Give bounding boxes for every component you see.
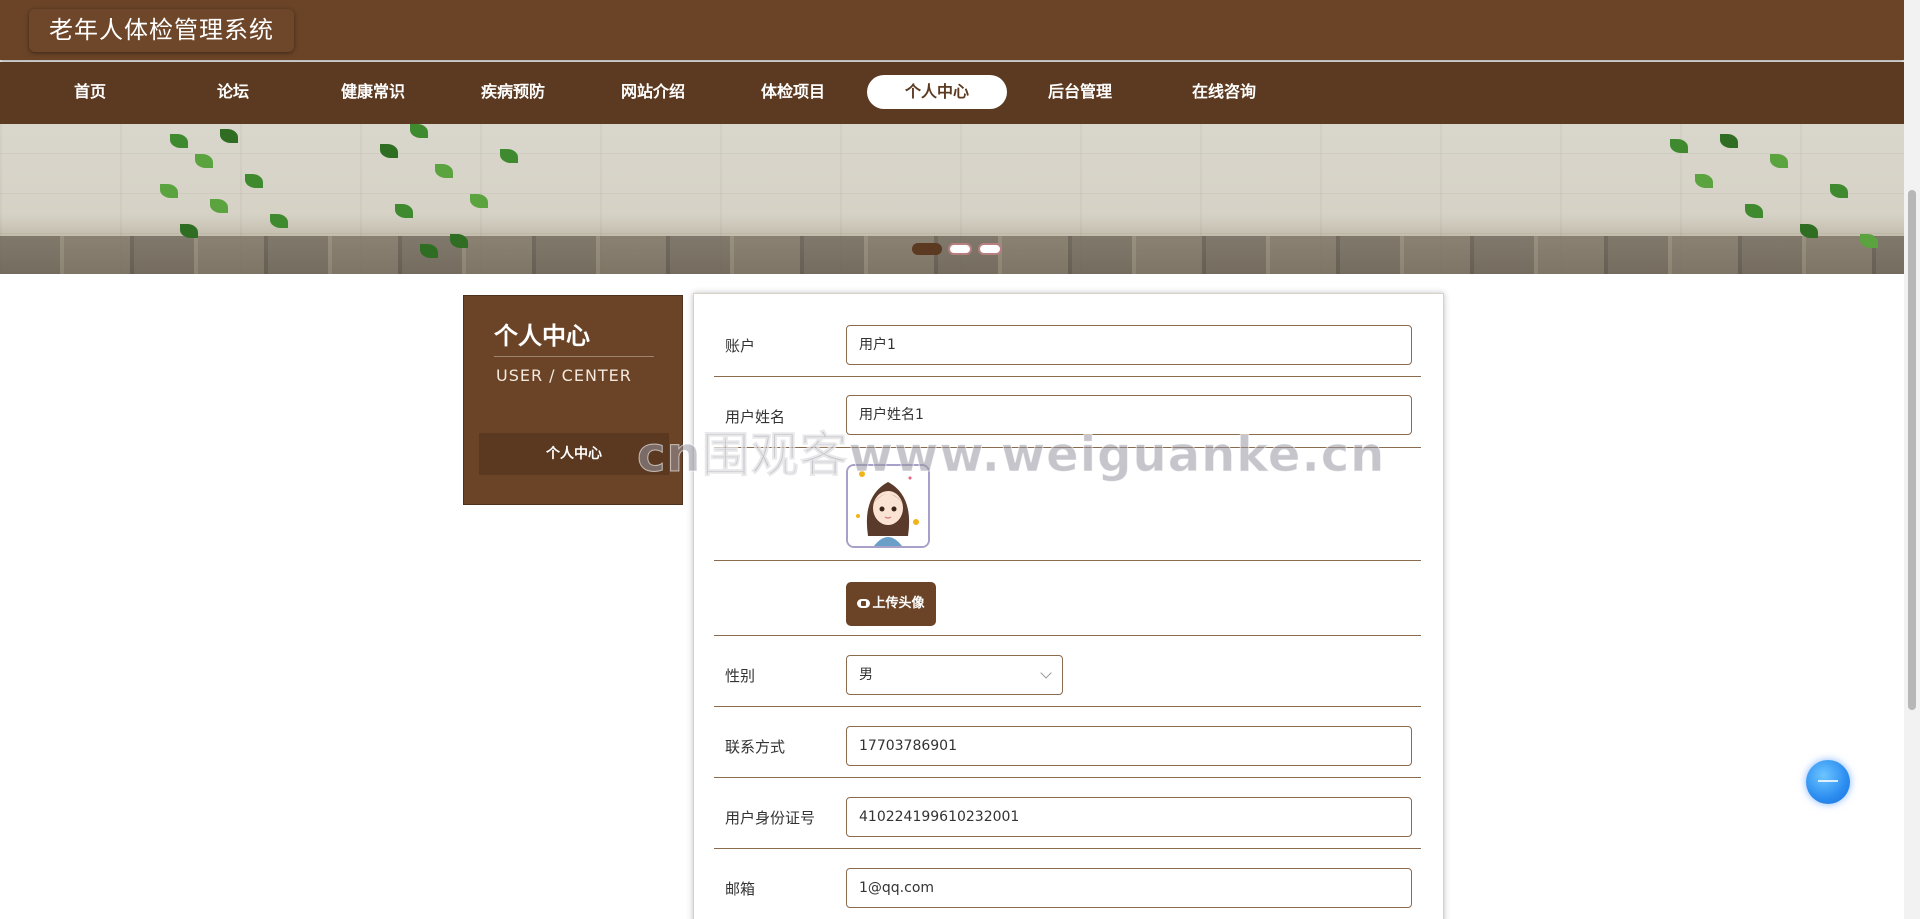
id-number-label: 用户身份证号 [725, 809, 816, 827]
nav-item-personal-center[interactable]: 个人中心 [867, 75, 1007, 109]
top-bar: 老年人体检管理系统 [0, 0, 1904, 60]
scrollbar-thumb[interactable] [1908, 190, 1916, 710]
sidebar-title: 个人中心 [494, 322, 590, 350]
upload-avatar-button[interactable]: 上传头像 [846, 582, 936, 626]
gender-selected-value: 男 [859, 667, 873, 683]
nav-item-site-intro[interactable]: 网站介绍 [583, 75, 723, 109]
form-row-id-number: 用户身份证号 410224199610232001 [714, 778, 1421, 849]
main-nav: 首页 论坛 健康常识 疾病预防 网站介绍 体检项目 个人中心 后台管理 在线咨询 [0, 62, 1904, 124]
banner-stones [0, 236, 1904, 274]
gender-label: 性别 [725, 667, 756, 685]
sidebar-divider [494, 356, 654, 357]
nav-item-health-tips[interactable]: 健康常识 [303, 75, 443, 109]
form-row-user-name: 用户姓名 用户姓名1 [714, 377, 1421, 448]
carousel-dot-2[interactable] [948, 243, 972, 255]
form-row-gender: 性别 男 [714, 636, 1421, 707]
carousel-indicators [912, 243, 1002, 255]
email-input[interactable]: 1@qq.com [846, 868, 1412, 908]
chevron-down-icon [1040, 667, 1052, 679]
id-number-input[interactable]: 410224199610232001 [846, 797, 1412, 837]
nav-item-disease-prevention[interactable]: 疾病预防 [443, 75, 583, 109]
nav-item-online-consult[interactable]: 在线咨询 [1154, 75, 1294, 109]
nav-item-home[interactable]: 首页 [20, 75, 160, 109]
form-row-upload: 上传头像 [714, 561, 1421, 636]
site-title[interactable]: 老年人体检管理系统 [29, 9, 294, 52]
gender-select[interactable]: 男 [846, 655, 1063, 695]
upload-avatar-label: 上传头像 [872, 596, 925, 611]
page-scrollbar[interactable] [1904, 0, 1920, 919]
floating-assistant-button[interactable] [1806, 760, 1850, 804]
form-row-email: 邮箱 1@qq.com [714, 849, 1421, 919]
avatar-illustration [848, 466, 928, 546]
avatar-image[interactable] [846, 464, 930, 548]
nav-item-admin[interactable]: 后台管理 [1010, 75, 1150, 109]
carousel-dot-3[interactable] [978, 243, 1002, 255]
form-row-avatar [714, 448, 1421, 561]
cloud-upload-icon [857, 599, 871, 608]
sidebar-subtitle: USER / CENTER [496, 366, 632, 385]
nav-item-forum[interactable]: 论坛 [163, 75, 303, 109]
account-label: 账户 [725, 337, 756, 355]
email-label: 邮箱 [725, 880, 756, 898]
nav-item-checkup-items[interactable]: 体检项目 [723, 75, 863, 109]
contact-label: 联系方式 [725, 738, 786, 756]
form-row-contact: 联系方式 17703786901 [714, 707, 1421, 778]
user-name-input[interactable]: 用户姓名1 [846, 395, 1412, 435]
profile-form-card: 账户 用户1 用户姓名 用户姓名1 上传头像 性别 男 联系方式 1770378… [693, 293, 1444, 919]
sidebar-panel: 个人中心 USER / CENTER 个人中心 [463, 295, 683, 505]
account-input[interactable]: 用户1 [846, 325, 1412, 365]
user-name-label: 用户姓名 [725, 408, 786, 426]
contact-input[interactable]: 17703786901 [846, 726, 1412, 766]
form-row-account: 账户 用户1 [714, 294, 1421, 377]
carousel-dot-1[interactable] [912, 243, 942, 255]
sidebar-item-personal-center[interactable]: 个人中心 [479, 433, 669, 475]
assistant-icon [1818, 780, 1838, 782]
